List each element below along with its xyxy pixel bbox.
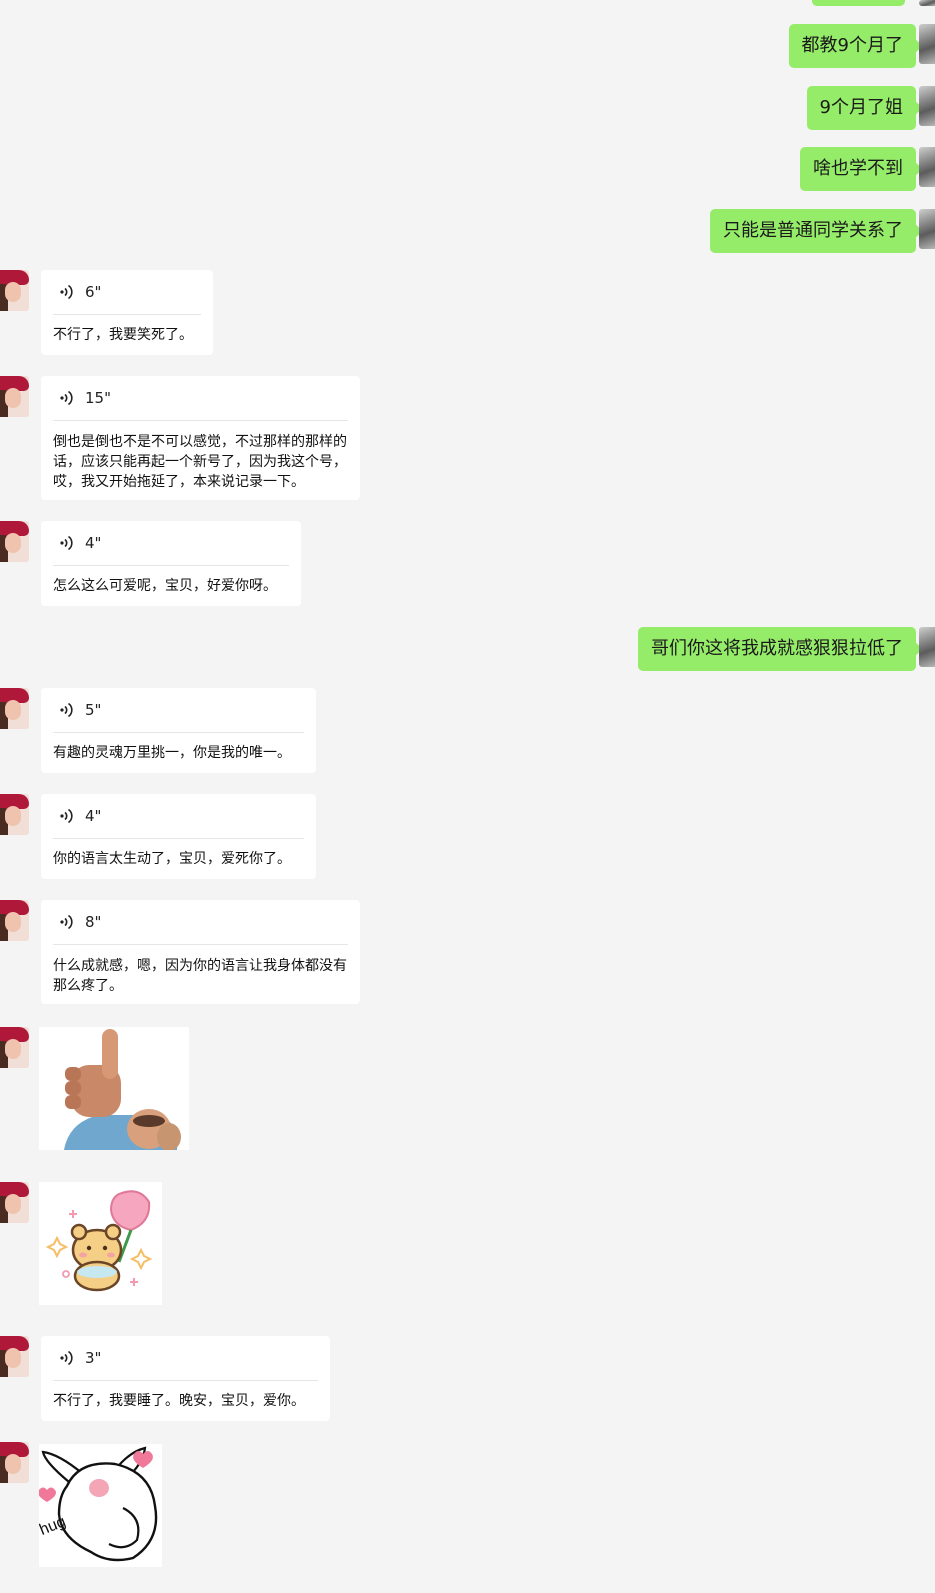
voice-wave-icon [60,535,73,551]
bunny-hug-sticker[interactable]: hug [39,1444,162,1567]
voice-transcript: 怎么这么可爱呢，宝贝，好爱你呀。 [53,578,277,594]
self-avatar[interactable] [919,627,935,667]
voice-duration: 8" [85,913,102,931]
voice-message-card[interactable]: 5" 有趣的灵魂万里挑一，你是我的唯一。 [41,688,316,773]
voice-message-card[interactable]: 3" 不行了，我要睡了。晚安，宝贝，爱你。 [41,1336,330,1421]
bear-with-flower-sticker[interactable] [39,1182,162,1305]
peer-avatar[interactable] [0,900,29,941]
self-avatar[interactable] [919,86,935,126]
voice-play-row[interactable]: 3" [53,1336,318,1380]
voice-wave-icon [60,390,73,406]
voice-duration: 4" [85,807,102,825]
sent-message-bubble[interactable]: 啥也学不到 [800,147,923,191]
bear-flower-icon [39,1182,162,1305]
sent-message-bubble[interactable]: 9个月了姐 [806,86,924,130]
peer-avatar[interactable] [0,794,29,835]
voice-play-row[interactable]: 8" [53,900,348,944]
voice-duration: 5" [85,701,102,719]
peer-avatar[interactable] [0,521,29,562]
voice-duration: 15" [85,389,111,407]
voice-wave-icon [60,702,73,718]
voice-wave-icon [60,1350,73,1366]
voice-wave-icon [60,914,73,930]
voice-transcript: 你的语言太生动了，宝贝，爱死你了。 [53,851,291,867]
self-avatar[interactable] [919,147,935,187]
sent-message-bubble[interactable]: 只能是普通同学关系了 [710,209,923,253]
peer-avatar[interactable] [0,1182,29,1223]
peer-avatar[interactable] [0,376,29,417]
voice-wave-icon [60,808,73,824]
voice-play-row[interactable]: 15" [53,376,348,420]
voice-play-row[interactable]: 4" [53,794,304,838]
peer-avatar[interactable] [0,1442,29,1483]
voice-transcript: 不行了，我要睡了。晚安，宝贝，爱你。 [53,1393,305,1409]
voice-duration: 4" [85,534,102,552]
voice-message-card[interactable]: 15" 倒也是倒也不是不可以感觉，不过那样的那样的话，应该只能再起一个新号了，因… [41,376,360,500]
voice-play-row[interactable]: 6" [53,270,201,314]
voice-message-card[interactable]: 4" 你的语言太生动了，宝贝，爱死你了。 [41,794,316,879]
voice-message-card[interactable]: 6" 不行了，我要笑死了。 [41,270,213,355]
voice-duration: 6" [85,283,102,301]
voice-transcript: 不行了，我要笑死了。 [53,327,193,343]
voice-transcript: 什么成就感，嗯，因为你的语言让我身体都没有那么疼了。 [53,958,347,994]
self-avatar[interactable] [919,24,935,64]
bunny-hug-icon: hug [39,1444,162,1567]
voice-transcript: 倒也是倒也不是不可以感觉，不过那样的那样的话，应该只能再起一个新号了，因为我这个… [53,434,347,490]
self-avatar[interactable] [919,0,935,6]
voice-play-row[interactable]: 5" [53,688,304,732]
partial-sent-bubble [812,0,905,6]
voice-transcript: 有趣的灵魂万里挑一，你是我的唯一。 [53,745,291,761]
voice-message-card[interactable]: 4" 怎么这么可爱呢，宝贝，好爱你呀。 [41,521,301,606]
sent-message-bubble[interactable]: 哥们你这将我成就感狠狠拉低了 [638,627,923,671]
thumbs-up-sticker[interactable] [39,1027,189,1150]
voice-play-row[interactable]: 4" [53,521,289,565]
voice-duration: 3" [85,1349,102,1367]
voice-wave-icon [60,284,73,300]
peer-avatar[interactable] [0,688,29,729]
sent-message-bubble[interactable]: 都教9个月了 [788,24,924,68]
self-avatar[interactable] [919,209,935,249]
peer-avatar[interactable] [0,1336,29,1377]
voice-message-card[interactable]: 8" 什么成就感，嗯，因为你的语言让我身体都没有那么疼了。 [41,900,360,1004]
peer-avatar[interactable] [0,1027,29,1068]
thumbs-up-icon [39,1027,189,1150]
peer-avatar[interactable] [0,270,29,311]
